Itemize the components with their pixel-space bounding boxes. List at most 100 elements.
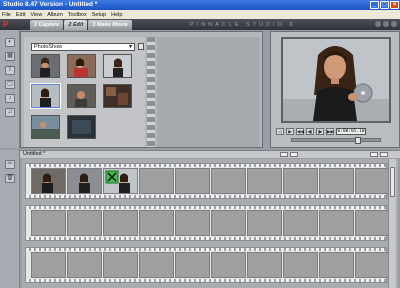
scrubber-track[interactable] — [291, 137, 381, 144]
storyboard-tool-strip: ✂ 🗑 — [0, 150, 20, 288]
close-button[interactable]: × — [390, 1, 399, 9]
storyboard-empty-cell[interactable] — [283, 252, 318, 278]
album-clip[interactable] — [67, 84, 96, 108]
film-sprockets — [26, 237, 386, 240]
view-grid-button[interactable] — [380, 152, 388, 157]
storyboard-strip — [25, 205, 390, 241]
tab-capture[interactable]: 1 Capture — [30, 20, 64, 30]
storyboard-empty-cell[interactable] — [139, 210, 174, 236]
menu-help[interactable]: Help — [111, 12, 122, 18]
storyboard-title: Untitled * — [23, 151, 46, 157]
window-title: Studio 8.47 Version - Untitled * — [3, 1, 98, 8]
menu-setup[interactable]: Setup — [92, 12, 106, 18]
menu-edit[interactable]: Edit — [16, 12, 25, 18]
video-scenes-icon[interactable]: ◐ — [5, 38, 15, 47]
view-storyboard-button[interactable] — [280, 152, 288, 157]
storyboard-empty-cell[interactable] — [355, 252, 390, 278]
album-page-right — [157, 37, 260, 147]
storyboard-clip[interactable]: 1 — [31, 168, 66, 199]
menu-bar: File Edit View Album Toolbox Setup Help — [0, 10, 400, 19]
view-timeline-button[interactable] — [290, 152, 298, 157]
album-folder-dropdown[interactable]: PhotoShow ▼ — [31, 43, 135, 51]
step-back-icon[interactable]: ◀| — [306, 127, 314, 135]
menu-file[interactable]: File — [2, 12, 11, 18]
storyboard-empty-cell[interactable] — [31, 252, 66, 278]
help-icon[interactable] — [375, 21, 381, 27]
open-folder-button[interactable] — [138, 43, 144, 50]
storyboard-empty-cell[interactable] — [31, 210, 66, 236]
storyboard-empty-cell[interactable] — [319, 252, 354, 278]
storyboard-clip-with-transition[interactable]: 3 — [103, 168, 138, 199]
storyboard-empty-cell[interactable] — [319, 210, 354, 236]
storyboard-area: 1 2 3 — [22, 159, 398, 288]
album-clip-selected[interactable] — [30, 83, 61, 109]
album-clip[interactable] — [103, 84, 132, 108]
storyboard-empty-cell[interactable] — [139, 168, 174, 194]
storyboard-scrollbar[interactable] — [388, 159, 396, 288]
storyboard-empty-cell[interactable] — [211, 210, 246, 236]
app-window-controls — [375, 21, 397, 27]
tab-edit[interactable]: 2 Edit — [64, 20, 88, 30]
app-mode-bar: P 1 Capture 2 Edit 3 Make Movie PINNACLE… — [0, 19, 400, 30]
storyboard-empty-cell[interactable] — [175, 210, 210, 236]
storyboard-strip — [25, 247, 390, 283]
view-text-button[interactable] — [370, 152, 378, 157]
album-clip[interactable] — [67, 115, 96, 139]
scissors-icon[interactable]: ✂ — [5, 160, 15, 169]
music-icon[interactable]: ♫ — [5, 108, 15, 117]
storyboard-empty-cell[interactable] — [247, 168, 282, 194]
album-tool-strip: ◐ ▦ T ▢ ♪ ♫ — [0, 30, 20, 148]
chevron-down-icon: ▼ — [128, 44, 133, 50]
menu-view[interactable]: View — [30, 12, 42, 18]
still-images-icon[interactable]: ▢ — [5, 80, 15, 89]
tab-make-movie[interactable]: 3 Make Movie — [88, 20, 132, 30]
storyboard-strip: 1 2 3 — [25, 163, 390, 199]
eject-icon[interactable]: ◁ — [276, 127, 284, 135]
scrollbar-thumb[interactable] — [390, 167, 395, 197]
storyboard-empty-cell[interactable] — [319, 168, 354, 194]
film-sprockets — [26, 279, 386, 282]
storyboard-empty-cell[interactable] — [211, 168, 246, 194]
menu-toolbox[interactable]: Toolbox — [68, 12, 87, 18]
scrubber-handle[interactable] — [355, 137, 361, 144]
storyboard-empty-cell[interactable] — [283, 168, 318, 194]
transport-controls: ◁ ▶ ◀◀ ◀| |▶ ▶▶ 0:00:05.10 — [276, 126, 396, 136]
player-screen — [281, 37, 391, 123]
storyboard-empty-cell[interactable] — [247, 210, 282, 236]
album-folder-value: PhotoShow — [34, 44, 63, 50]
storyboard-empty-cell[interactable] — [67, 252, 102, 278]
storyboard-empty-cell[interactable] — [175, 252, 210, 278]
album-clip[interactable] — [67, 54, 96, 78]
storyboard-empty-cell[interactable] — [283, 210, 318, 236]
step-forward-icon[interactable]: |▶ — [316, 127, 324, 135]
menu-album[interactable]: Album — [47, 12, 63, 18]
close-icon[interactable] — [391, 21, 397, 27]
storyboard-empty-cell[interactable] — [67, 210, 102, 236]
storyboard-empty-cell[interactable] — [355, 210, 390, 236]
storyboard-empty-cell[interactable] — [211, 252, 246, 278]
storyboard-clip[interactable]: 2 — [67, 168, 102, 199]
storyboard-empty-cell[interactable] — [175, 168, 210, 194]
window-titlebar: Studio 8.47 Version - Untitled * _ □ × — [0, 0, 400, 10]
titles-icon[interactable]: T — [5, 66, 15, 75]
sound-effects-icon[interactable]: ♪ — [5, 94, 15, 103]
storyboard-empty-cell[interactable] — [103, 210, 138, 236]
storyboard-empty-cell[interactable] — [247, 252, 282, 278]
album-panel: PhotoShow ▼ — [20, 31, 263, 148]
rewind-icon[interactable]: ◀◀ — [296, 127, 304, 135]
storyboard-empty-cell[interactable] — [355, 168, 390, 194]
player-panel: ◁ ▶ ◀◀ ◀| |▶ ▶▶ 0:00:05.10 — [270, 31, 400, 148]
album-clip[interactable] — [31, 54, 60, 78]
storyboard-empty-cell[interactable] — [139, 252, 174, 278]
album-clip[interactable] — [31, 115, 60, 139]
trash-icon[interactable]: 🗑 — [5, 174, 15, 183]
fast-forward-icon[interactable]: ▶▶ — [326, 127, 334, 135]
album-clip[interactable] — [103, 54, 132, 78]
minimize-icon[interactable] — [383, 21, 389, 27]
timecode-display[interactable]: 0:00:05.10 — [336, 127, 366, 135]
storyboard-empty-cell[interactable] — [103, 252, 138, 278]
transitions-icon[interactable]: ▦ — [5, 52, 15, 61]
minimize-button[interactable]: _ — [370, 1, 379, 9]
maximize-button[interactable]: □ — [380, 1, 389, 9]
play-icon[interactable]: ▶ — [286, 127, 294, 135]
